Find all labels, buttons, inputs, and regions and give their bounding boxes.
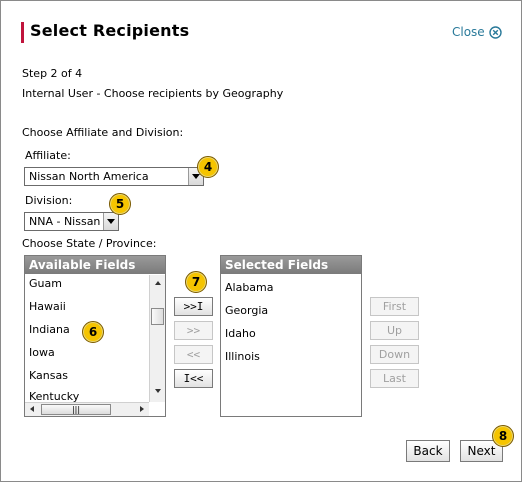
list-item[interactable]: Iowa: [29, 346, 55, 359]
back-button[interactable]: Back: [406, 440, 450, 462]
list-item[interactable]: Guam: [29, 277, 62, 290]
select-recipients-dialog: Select Recipients Close Step 2 of 4 Inte…: [0, 0, 522, 482]
horizontal-scrollbar[interactable]: |||: [25, 402, 149, 416]
list-item[interactable]: Hawaii: [29, 300, 66, 313]
scroll-up-icon[interactable]: [155, 281, 161, 285]
move-up-button[interactable]: Up: [370, 321, 419, 340]
state-province-label: Choose State / Province:: [22, 237, 157, 250]
list-item[interactable]: Illinois: [225, 350, 260, 363]
division-select[interactable]: NNA - Nissan: [24, 212, 119, 231]
scroll-down-icon[interactable]: [155, 389, 161, 393]
choose-affiliate-label: Choose Affiliate and Division:: [22, 126, 184, 139]
step-indicator: Step 2 of 4: [22, 67, 83, 80]
add-button[interactable]: >>: [174, 321, 213, 340]
affiliate-selected-value: Nissan North America: [29, 170, 149, 183]
callout-badge: 5: [109, 193, 131, 215]
selected-fields-header: Selected Fields: [221, 256, 361, 274]
list-item[interactable]: Alabama: [225, 281, 274, 294]
affiliate-label: Affiliate:: [25, 149, 71, 162]
chevron-down-icon[interactable]: [103, 213, 118, 230]
callout-badge: 8: [492, 425, 514, 447]
callout-badge: 7: [185, 271, 207, 293]
division-label: Division:: [25, 194, 73, 207]
add-all-button[interactable]: >>I: [174, 297, 213, 316]
available-fields-header: Available Fields: [25, 256, 165, 274]
scrollbar-thumb[interactable]: |||: [41, 404, 111, 415]
close-label[interactable]: Close: [452, 25, 485, 39]
move-down-button[interactable]: Down: [370, 345, 419, 364]
scrollbar-thumb[interactable]: [151, 308, 164, 325]
list-item[interactable]: Idaho: [225, 327, 256, 340]
vertical-scrollbar[interactable]: [149, 275, 165, 402]
remove-all-button[interactable]: I<<: [174, 369, 213, 388]
division-selected-value: NNA - Nissan: [29, 215, 101, 228]
list-item[interactable]: Kansas: [29, 369, 68, 382]
list-item[interactable]: Georgia: [225, 304, 268, 317]
affiliate-select[interactable]: Nissan North America: [24, 167, 204, 186]
list-item[interactable]: Indiana: [29, 323, 70, 336]
scroll-right-icon[interactable]: [140, 406, 144, 412]
callout-badge: 4: [197, 156, 219, 178]
close-link[interactable]: Close: [452, 25, 502, 39]
scroll-left-icon[interactable]: [30, 406, 34, 412]
close-icon[interactable]: [489, 25, 502, 39]
remove-button[interactable]: <<: [174, 345, 213, 364]
callout-badge: 6: [82, 321, 104, 343]
page-subtitle: Internal User - Choose recipients by Geo…: [22, 87, 284, 100]
selected-fields-list[interactable]: Selected Fields Alabama Georgia Idaho Il…: [220, 255, 362, 417]
move-first-button[interactable]: First: [370, 297, 419, 316]
move-last-button[interactable]: Last: [370, 369, 419, 388]
dialog-title: Select Recipients: [30, 21, 190, 40]
title-accent-bar: [21, 22, 24, 43]
